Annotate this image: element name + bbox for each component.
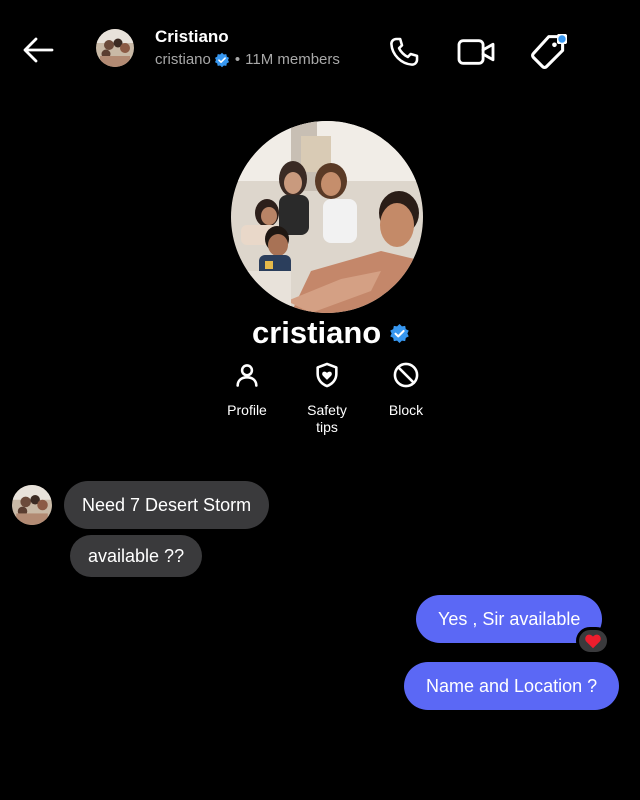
safety-tips-button[interactable]: Safety tips: [282, 360, 372, 436]
block-label: Block: [388, 402, 424, 418]
audio-call-button[interactable]: [384, 32, 424, 72]
shield-icon: [312, 360, 342, 390]
tag-button[interactable]: [528, 32, 568, 72]
chat-header: Cristiano cristiano • 11M members: [0, 0, 640, 100]
block-button[interactable]: Block: [361, 360, 451, 419]
heart-icon: [585, 634, 601, 649]
message-text: available ??: [88, 545, 185, 566]
back-arrow-icon: [23, 37, 54, 63]
incoming-message[interactable]: available ??: [70, 535, 203, 577]
video-call-button[interactable]: [456, 32, 496, 72]
username-text: cristiano: [155, 51, 211, 68]
profile-name[interactable]: cristiano: [252, 315, 410, 351]
chat-subtitle: cristiano • 11M members: [155, 51, 340, 68]
person-icon: [232, 360, 262, 390]
verified-badge-icon: [390, 323, 409, 343]
video-camera-icon: [457, 39, 495, 65]
chat-title: Cristiano: [155, 27, 229, 46]
message-text: Need 7 Desert Storm: [82, 494, 252, 515]
back-button[interactable]: [18, 30, 58, 70]
incoming-message[interactable]: Need 7 Desert Storm: [64, 481, 270, 529]
sender-avatar[interactable]: [12, 485, 52, 525]
outgoing-message[interactable]: Yes , Sir available: [416, 595, 603, 643]
outgoing-message[interactable]: Name and Location ?: [404, 662, 620, 710]
profile-action-label: Profile: [227, 402, 267, 418]
message-reaction[interactable]: [576, 627, 610, 655]
notification-dot: [557, 34, 567, 44]
profile-action-button[interactable]: Profile: [202, 360, 292, 419]
avatar-photo: [12, 485, 52, 525]
profile-photo-image: [231, 121, 423, 313]
message-text: Yes , Sir available: [438, 608, 581, 629]
profile-photo[interactable]: [231, 121, 423, 313]
members-count: 11M members: [245, 51, 340, 68]
verified-badge-icon: [214, 52, 229, 67]
profile-name-text: cristiano: [252, 315, 382, 350]
phone-icon: [390, 37, 419, 66]
header-avatar[interactable]: [96, 29, 134, 67]
avatar-photo: [96, 29, 134, 67]
safety-tips-label: Safety tips: [307, 402, 347, 435]
block-icon: [391, 360, 421, 390]
separator-dot: •: [234, 51, 241, 68]
message-text: Name and Location ?: [426, 675, 598, 696]
